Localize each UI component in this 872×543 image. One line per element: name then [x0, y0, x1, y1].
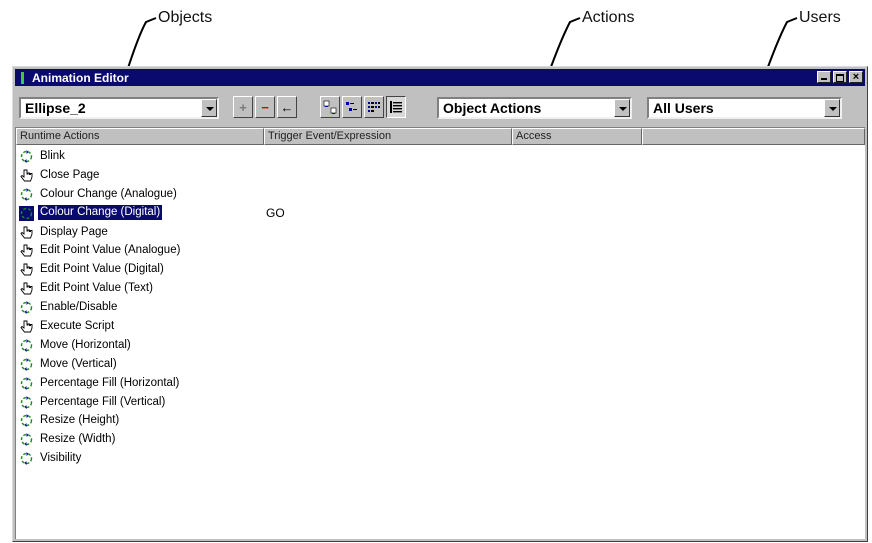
list-item-label: Execute Script: [40, 320, 115, 333]
title-bar[interactable]: Animation Editor ×: [15, 69, 865, 86]
animation-editor-window: Animation Editor × Ellipse_2 + − ← Objec…: [12, 66, 868, 542]
hand-pointer-icon: [19, 319, 34, 334]
list-icon: [368, 102, 380, 112]
list-item[interactable]: Colour Change (Analogue): [16, 185, 865, 204]
animation-icon: [19, 376, 34, 391]
details-icon: [390, 101, 402, 113]
list-item[interactable]: Close Page: [16, 166, 865, 185]
plus-icon: +: [239, 99, 247, 115]
large-icons-icon: [323, 100, 337, 114]
toolbar: Ellipse_2 + − ← Object Actions All Users: [15, 88, 865, 122]
hand-pointer-icon: [19, 281, 34, 296]
animation-icon: [19, 338, 34, 353]
list-item-label: Edit Point Value (Text): [40, 282, 153, 295]
list-item[interactable]: Edit Point Value (Analogue): [16, 241, 865, 260]
animation-icon: [19, 413, 34, 428]
chevron-down-icon[interactable]: [614, 99, 630, 117]
list-item-label: Close Page: [40, 168, 100, 181]
list-item[interactable]: Move (Vertical): [16, 355, 865, 374]
small-icons-icon: [346, 102, 357, 111]
animation-icon: [19, 187, 34, 202]
users-select-value: All Users: [653, 100, 714, 116]
trigger-expression[interactable]: GO: [266, 204, 285, 222]
actions-callout: Actions: [582, 9, 635, 26]
list-item-label: Colour Change (Analogue): [40, 187, 177, 200]
column-header-access[interactable]: Access: [512, 128, 642, 145]
list-rows: Blink Close Page Colour Change (Analogue) C…: [16, 147, 865, 468]
list-item-label: Edit Point Value (Analogue): [40, 244, 181, 257]
list-item[interactable]: Percentage Fill (Horizontal): [16, 374, 865, 393]
list-item-label: Percentage Fill (Horizontal): [40, 376, 180, 389]
minus-icon: −: [261, 99, 269, 115]
list-item-label: Edit Point Value (Digital): [40, 263, 164, 276]
column-header-blank[interactable]: [642, 128, 865, 145]
object-select[interactable]: Ellipse_2: [19, 97, 219, 119]
minimize-button[interactable]: [817, 71, 831, 83]
actions-select-value: Object Actions: [443, 100, 542, 116]
list-item[interactable]: Move (Horizontal): [16, 336, 865, 355]
list-item-label: Resize (Height): [40, 414, 120, 427]
hand-pointer-icon: [19, 168, 34, 183]
actions-select[interactable]: Object Actions: [437, 97, 632, 119]
list-item-label: Visibility: [40, 452, 82, 465]
animation-icon: [19, 149, 34, 164]
list-item-label: Move (Vertical): [40, 357, 117, 370]
close-button[interactable]: ×: [849, 71, 863, 83]
list-item[interactable]: Edit Point Value (Digital): [16, 260, 865, 279]
animation-icon: [19, 357, 34, 372]
list-item[interactable]: Display Page: [16, 223, 865, 242]
list-view-button[interactable]: [364, 96, 384, 118]
hand-pointer-icon: [19, 225, 34, 240]
chevron-down-icon[interactable]: [201, 99, 217, 117]
remove-action-button[interactable]: −: [255, 96, 275, 118]
back-button[interactable]: ←: [277, 96, 297, 118]
small-icons-view-button[interactable]: [342, 96, 362, 118]
list-item[interactable]: Edit Point Value (Text): [16, 279, 865, 298]
list-item[interactable]: Blink: [16, 147, 865, 166]
column-header-trigger[interactable]: Trigger Event/Expression: [264, 128, 512, 145]
list-item-label: Enable/Disable: [40, 301, 118, 314]
arrow-left-icon: ←: [280, 99, 294, 115]
animation-icon: [19, 395, 34, 410]
list-item-label: Percentage Fill (Vertical): [40, 395, 166, 408]
list-item[interactable]: Percentage Fill (Vertical): [16, 393, 865, 412]
add-action-button[interactable]: +: [233, 96, 253, 118]
list-item[interactable]: Enable/Disable: [16, 298, 865, 317]
list-item[interactable]: Resize (Width): [16, 430, 865, 449]
list-header: Runtime Actions Trigger Event/Expression…: [16, 128, 865, 145]
app-icon: [21, 71, 24, 84]
list-item-label: Resize (Width): [40, 433, 116, 446]
column-header-runtime-actions[interactable]: Runtime Actions: [16, 128, 264, 145]
animation-icon: [19, 432, 34, 447]
objects-callout: Objects: [158, 9, 213, 26]
list-item-label: Display Page: [40, 225, 108, 238]
details-view-button[interactable]: [386, 96, 406, 118]
animation-icon: [19, 300, 34, 315]
list-item[interactable]: Resize (Height): [16, 411, 865, 430]
users-callout: Users: [799, 9, 841, 26]
list-item[interactable]: Visibility: [16, 449, 865, 468]
large-icons-view-button[interactable]: [320, 96, 340, 118]
list-item[interactable]: Colour Change (Digital) GO: [16, 204, 865, 223]
list-item-label: Move (Horizontal): [40, 338, 131, 351]
users-select[interactable]: All Users: [647, 97, 842, 119]
list-item[interactable]: Execute Script: [16, 317, 865, 336]
maximize-button[interactable]: [833, 71, 847, 83]
object-select-value: Ellipse_2: [25, 100, 86, 116]
window-title: Animation Editor: [32, 70, 129, 85]
hand-pointer-icon: [19, 243, 34, 258]
list-item-label: Colour Change (Digital): [38, 204, 163, 220]
hand-pointer-icon: [19, 262, 34, 277]
list-item-label: Blink: [40, 150, 65, 162]
animation-icon: [19, 206, 34, 221]
runtime-actions-list[interactable]: Runtime Actions Trigger Event/Expression…: [15, 127, 865, 539]
chevron-down-icon[interactable]: [824, 99, 840, 117]
animation-icon: [19, 451, 34, 466]
